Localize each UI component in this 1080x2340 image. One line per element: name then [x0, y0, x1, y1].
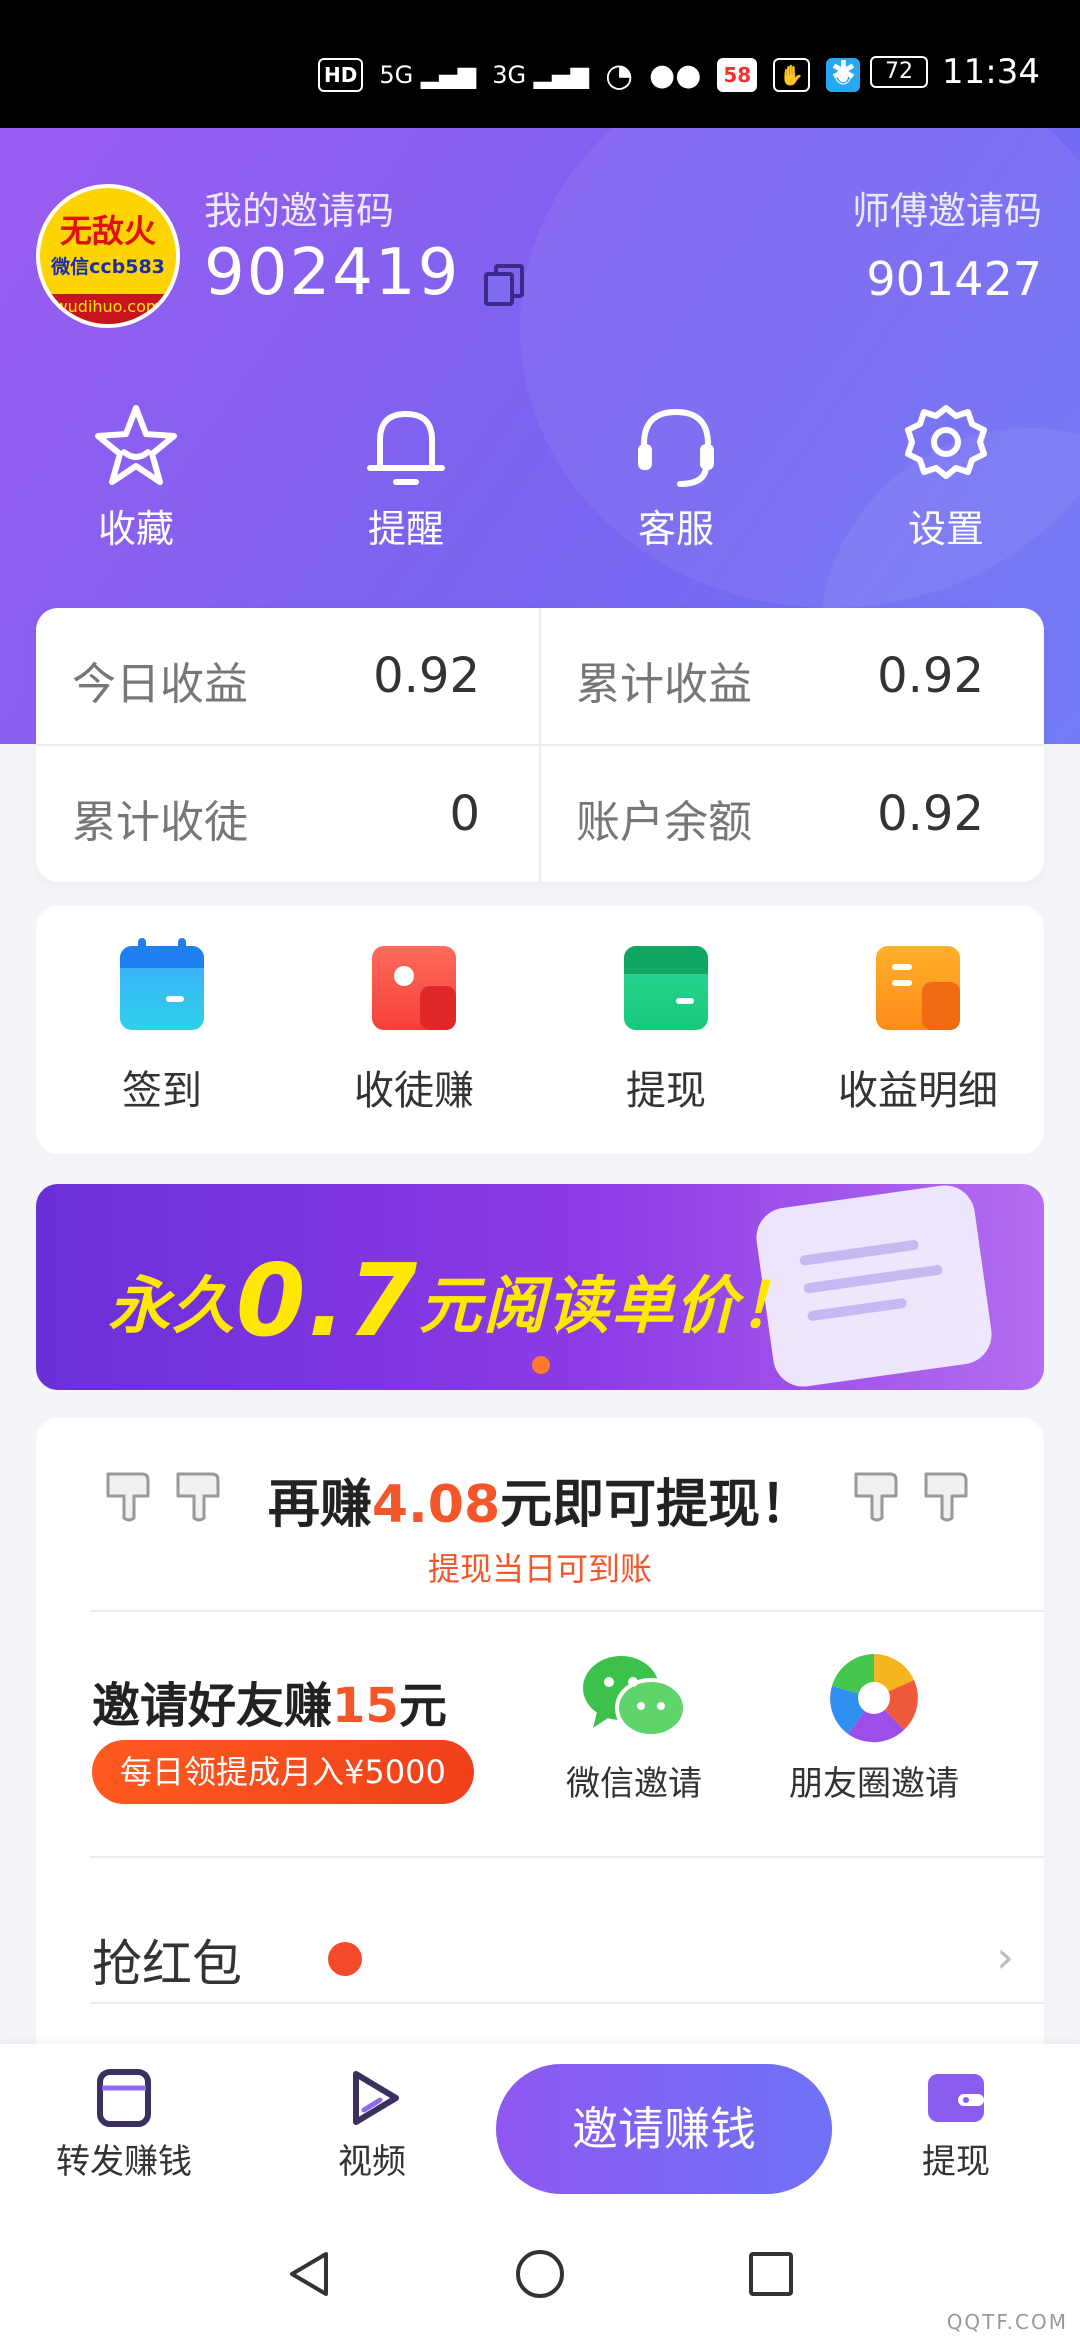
stat-today-earnings[interactable]: 今日收益 0.92	[36, 608, 516, 744]
feature-checkin[interactable]: 签到	[36, 938, 288, 1116]
wechat-icon	[583, 1656, 687, 1738]
feature-withdraw[interactable]: 提现	[540, 946, 792, 1116]
wallet-icon	[928, 2074, 984, 2122]
signal-5g-indicator: 5G ▂▄▆	[379, 61, 477, 89]
promo-banner[interactable]: 永久0.7元阅读单价！	[36, 1184, 1044, 1390]
quick-action-favorites[interactable]: 收藏	[46, 398, 226, 553]
nav-share-earn[interactable]: 转发赚钱	[34, 2066, 214, 2183]
nav-video[interactable]: 视频	[282, 2066, 462, 2183]
ledger-icon	[876, 946, 960, 1030]
calendar-icon	[120, 938, 204, 1030]
my-invite-code-label: 我的邀请码	[204, 189, 395, 233]
banner-headline: 永久0.7元阅读单价！	[108, 1242, 804, 1359]
hand-app-icon: ✋	[773, 58, 811, 92]
star-icon	[95, 405, 177, 485]
status-right: ✱ 72 11:34	[831, 52, 1040, 92]
avatar[interactable]: 无敌火 微信ccb583 wudihuo.com	[36, 184, 180, 328]
divider	[90, 1610, 1044, 1612]
clock: 11:34	[942, 52, 1040, 92]
divider	[90, 2002, 1044, 2004]
remaining-amount: 4.08	[371, 1475, 501, 1535]
invite-badge: 每日领提成月入¥5000	[92, 1740, 474, 1804]
hd-indicator: HD	[318, 58, 364, 92]
gear-icon	[905, 405, 987, 479]
withdraw-subtitle: 提现当日可到账	[427, 1550, 652, 1588]
master-invite-code-label: 师傅邀请码	[851, 189, 1042, 233]
withdraw-progress-title: 再赚4.08元即可提现！	[267, 1475, 813, 1535]
chevron-right-icon: ›	[996, 1932, 1014, 1983]
share-doc-icon	[97, 2069, 151, 2127]
play-icon	[353, 2071, 399, 2125]
invite-earn-button[interactable]: 邀请赚钱	[496, 2064, 832, 2194]
invite-title: 邀请好友赚15元	[92, 1678, 447, 1734]
battery-indicator: 72	[870, 56, 929, 88]
bluetooth-icon: ✱	[830, 54, 857, 90]
wallet-icon	[624, 946, 708, 1030]
recents-icon[interactable]	[746, 2248, 796, 2300]
stat-total-earnings[interactable]: 累计收益 0.92	[540, 608, 1020, 744]
headset-icon	[638, 408, 714, 487]
red-packet-row[interactable]: 抢红包 ›	[90, 1888, 1044, 2020]
moments-icon	[830, 1654, 918, 1743]
watermark: QQTF.COM	[946, 2310, 1068, 2334]
copy-icon[interactable]	[484, 264, 524, 306]
feature-earnings-detail[interactable]: 收益明细	[792, 946, 1044, 1116]
carousel-indicator	[532, 1356, 550, 1374]
my-invite-code: 902419	[204, 236, 461, 310]
master-invite-code: 901427	[866, 252, 1042, 306]
divider	[90, 1856, 1044, 1858]
stat-account-balance[interactable]: 账户余额 0.92	[540, 746, 1020, 882]
withdraw-card: 再赚4.08元即可提现！ 提现当日可到账 邀请好友赚15元 每日领提成月入¥50…	[36, 1418, 1044, 2058]
quick-action-service[interactable]: 客服	[586, 398, 766, 553]
system-navigation-bar: QQTF.COM	[0, 2212, 1080, 2340]
feature-recruit[interactable]: 收徒赚	[288, 946, 540, 1116]
quick-action-reminder[interactable]: 提醒	[316, 398, 496, 553]
status-bar: HD 5G ▂▄▆ 3G ▂▄▆ ◔ ●● 58 ✋ ◉ ✱ 72 11:34	[0, 0, 1080, 128]
home-icon[interactable]	[514, 2248, 566, 2300]
app-58-icon: 58	[717, 58, 758, 92]
back-icon[interactable]	[284, 2248, 334, 2300]
wifi-icon: ◔	[605, 56, 634, 94]
wechat-notify-icon: ●●	[649, 57, 702, 93]
notification-dot	[328, 1942, 362, 1976]
feature-grid: 签到 收徒赚 提现 收益明细	[36, 906, 1044, 1154]
moments-invite-button[interactable]: 朋友圈邀请	[774, 1650, 974, 1805]
status-indicators: HD 5G ▂▄▆ 3G ▂▄▆ ◔ ●● 58 ✋ ◉	[318, 56, 861, 94]
wechat-invite-button[interactable]: 微信邀请	[534, 1650, 734, 1805]
nav-withdraw[interactable]: 提现	[866, 2066, 1046, 2183]
signal-3g-indicator: 3G ▂▄▆	[492, 61, 590, 89]
bottom-navigation: 转发赚钱 视频 邀请赚钱 提现	[0, 2044, 1080, 2212]
quick-action-settings[interactable]: 设置	[856, 398, 1036, 553]
bell-icon	[367, 411, 445, 485]
earnings-stats-card: 今日收益 0.92 累计收益 0.92 累计收徒 0 账户余额 0.92	[36, 608, 1044, 882]
stat-total-apprentices[interactable]: 累计收徒 0	[36, 746, 516, 882]
recruit-icon	[372, 946, 456, 1030]
